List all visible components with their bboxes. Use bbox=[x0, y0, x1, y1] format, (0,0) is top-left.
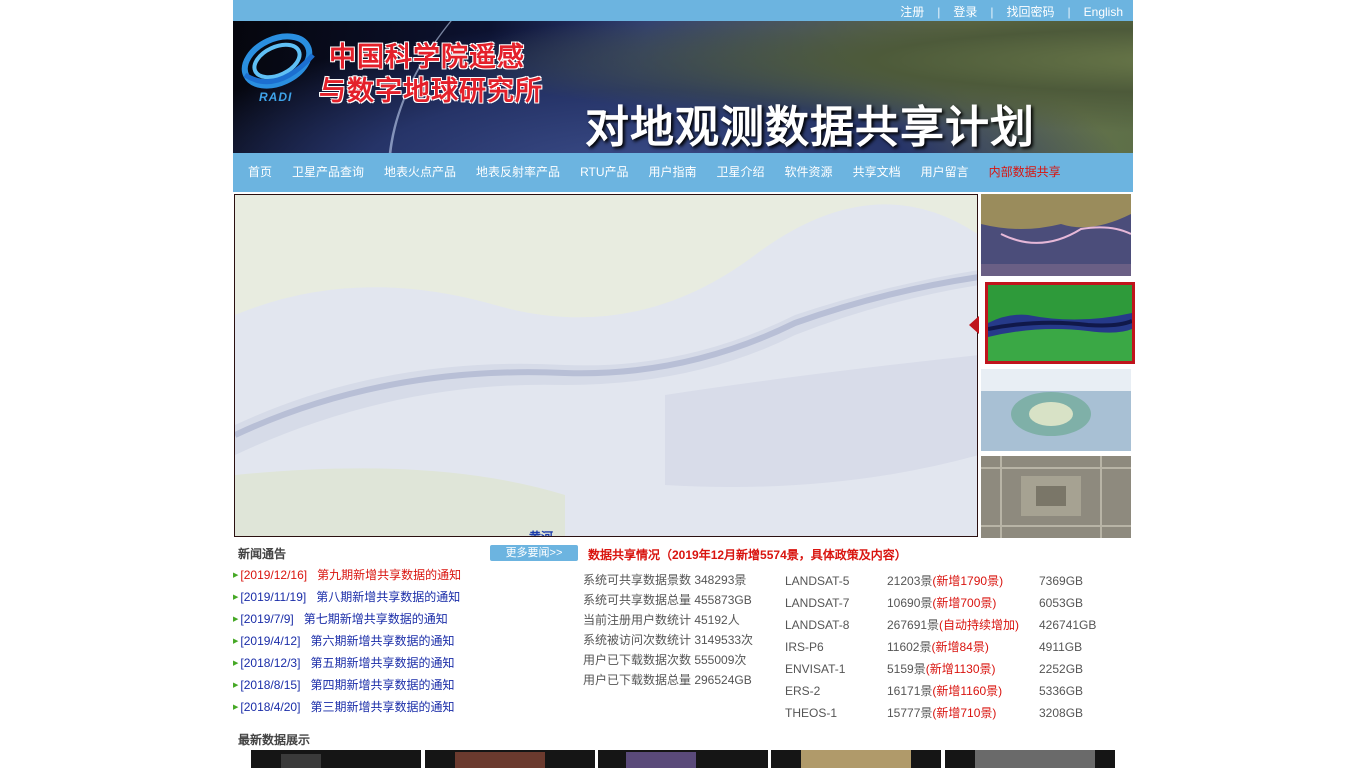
separator: | bbox=[990, 4, 994, 19]
thumbnail-4[interactable] bbox=[981, 456, 1131, 538]
thumbnail-1[interactable] bbox=[981, 194, 1131, 276]
bullet-icon: ▶ bbox=[233, 571, 239, 579]
latest-data-thumbnail[interactable] bbox=[771, 750, 941, 768]
bullet-icon: ▶ bbox=[233, 593, 239, 601]
top-links: 注册 | 登录 | 找回密码 | English bbox=[900, 3, 1123, 20]
bullet-icon: ▶ bbox=[233, 703, 239, 711]
nav-rtu-products[interactable]: RTU产品 bbox=[580, 153, 628, 192]
latest-data-thumbnail[interactable] bbox=[251, 750, 421, 768]
data-size: 3208GB bbox=[1039, 706, 1084, 720]
image-slider[interactable]: 黄河 bbox=[234, 194, 978, 537]
scene-count: 10690景(新增700景) bbox=[887, 596, 997, 610]
satellite-name: ERS-2 bbox=[785, 684, 821, 698]
data-sharing-title[interactable]: 数据共享情况（2019年12月新增5574景，具体政策及内容） bbox=[588, 546, 907, 563]
org-name-line2: 与数字地球研究所 bbox=[319, 76, 543, 107]
recover-password-link[interactable]: 找回密码 bbox=[1007, 3, 1055, 20]
sharing-stats: 系统可共享数据景数 348293景 系统可共享数据总量 455873GB 当前注… bbox=[583, 570, 753, 690]
thumbnail-2[interactable] bbox=[985, 282, 1135, 364]
nav-internal-sharing[interactable]: 内部数据共享 bbox=[989, 153, 1061, 192]
more-news-button[interactable]: 更多要闻>> bbox=[490, 545, 578, 561]
stat-line: 系统可共享数据总量 455873GB bbox=[583, 593, 752, 607]
english-link[interactable]: English bbox=[1084, 5, 1123, 19]
register-link[interactable]: 注册 bbox=[900, 3, 924, 20]
scene-count: 267691景(自动持续增加) bbox=[887, 618, 1020, 632]
nav-fire-products[interactable]: 地表火点产品 bbox=[384, 153, 456, 192]
satellite-row: ENVISAT-1 5159景(新增1130景) 2252GB bbox=[785, 658, 1145, 680]
banner-title: 对地观测数据共享计划 bbox=[585, 102, 1035, 153]
satellite-name: THEOS-1 bbox=[785, 706, 838, 720]
satellite-row: LANDSAT-7 10690景(新增700景) 6053GB bbox=[785, 592, 1145, 614]
satellite-name: IRS-P6 bbox=[785, 640, 824, 654]
satellite-row: ERS-2 16171景(新增1160景) 5336GB bbox=[785, 680, 1145, 702]
latest-data-gallery bbox=[251, 750, 1116, 768]
satellite-row: LANDSAT-8 267691景(自动持续增加) 426741GB bbox=[785, 614, 1145, 636]
bullet-icon: ▶ bbox=[233, 681, 239, 689]
stat-line: 系统被访问次数统计 3149533次 bbox=[583, 633, 754, 647]
news-item[interactable]: ▶ [2018/12/3] 第五期新增共享数据的通知 bbox=[233, 652, 493, 674]
page: 注册 | 登录 | 找回密码 | English RADI 中国科学院遥感 与数… bbox=[233, 0, 1135, 768]
satellite-row: THEOS-1 15777景(新增710景) 3208GB bbox=[785, 702, 1145, 724]
satellite-name: LANDSAT-7 bbox=[785, 596, 850, 610]
scene-count: 15777景(新增710景) bbox=[887, 706, 997, 720]
nav-satellite-query[interactable]: 卫星产品查询 bbox=[292, 153, 364, 192]
top-bar: 注册 | 登录 | 找回密码 | English bbox=[233, 0, 1133, 21]
slide-image bbox=[235, 195, 977, 536]
news-item[interactable]: ▶ [2018/4/20] 第三期新增共享数据的通知 bbox=[233, 696, 493, 718]
data-size: 5336GB bbox=[1039, 684, 1084, 698]
latest-data-title: 最新数据展示 bbox=[238, 733, 311, 747]
data-size: 6053GB bbox=[1039, 596, 1084, 610]
bullet-icon: ▶ bbox=[233, 615, 239, 623]
satellite-row: LANDSAT-5 21203景(新增1790景) 7369GB bbox=[785, 570, 1145, 592]
news-section-title: 新闻通告 bbox=[238, 547, 287, 561]
news-item[interactable]: ▶ [2019/12/16] 第九期新增共享数据的通知 bbox=[233, 564, 493, 586]
thumbnail-3[interactable] bbox=[981, 369, 1131, 451]
latest-data-thumbnail[interactable] bbox=[945, 750, 1115, 768]
stat-line: 系统可共享数据景数 348293景 bbox=[583, 573, 747, 587]
data-size: 4911GB bbox=[1039, 640, 1083, 654]
slide-caption: 黄河 bbox=[529, 530, 554, 537]
active-thumb-arrow bbox=[969, 316, 979, 334]
stat-line: 当前注册用户数统计 45192人 bbox=[583, 613, 740, 627]
separator: | bbox=[937, 4, 941, 19]
satellite-row: IRS-P6 11602景(新增84景) 4911GB bbox=[785, 636, 1145, 658]
nav-shared-docs[interactable]: 共享文档 bbox=[853, 153, 901, 192]
news-item[interactable]: ▶ [2019/4/12] 第六期新增共享数据的通知 bbox=[233, 630, 493, 652]
latest-data-thumbnail[interactable] bbox=[598, 750, 768, 768]
nav-satellite-intro[interactable]: 卫星介绍 bbox=[717, 153, 765, 192]
separator: | bbox=[1067, 4, 1071, 19]
satellite-name: ENVISAT-1 bbox=[785, 662, 846, 676]
news-list: ▶ [2019/12/16] 第九期新增共享数据的通知 ▶ [2019/11/19] 第… bbox=[233, 564, 493, 718]
news-item[interactable]: ▶ [2018/8/15] 第四期新增共享数据的通知 bbox=[233, 674, 493, 696]
data-size: 7369GB bbox=[1039, 574, 1084, 588]
logo-text: RADI bbox=[259, 90, 293, 104]
scene-count: 5159景(新增1130景) bbox=[887, 662, 996, 676]
latest-data-thumbnail[interactable] bbox=[425, 750, 595, 768]
stat-line: 用户已下载数据次数 555009次 bbox=[583, 653, 747, 667]
nav-home[interactable]: 首页 bbox=[248, 153, 272, 192]
slider-thumbnails bbox=[969, 194, 1135, 538]
bullet-icon: ▶ bbox=[233, 659, 239, 667]
satellite-name: LANDSAT-5 bbox=[785, 574, 850, 588]
satellite-table: LANDSAT-5 21203景(新增1790景) 7369GB LANDSAT… bbox=[785, 570, 1145, 724]
satellite-name: LANDSAT-8 bbox=[785, 618, 850, 632]
bullet-icon: ▶ bbox=[233, 637, 239, 645]
stat-line: 用户已下载数据总量 296524GB bbox=[583, 673, 752, 687]
data-size: 426741GB bbox=[1039, 618, 1097, 632]
header-banner: RADI 中国科学院遥感 与数字地球研究所 对地观测数据共享计划 bbox=[233, 21, 1133, 153]
news-item[interactable]: ▶ [2019/7/9] 第七期新增共享数据的通知 bbox=[233, 608, 493, 630]
main-nav: 首页 卫星产品查询 地表火点产品 地表反射率产品 RTU产品 用户指南 卫星介绍… bbox=[233, 153, 1133, 192]
scene-count: 21203景(新增1790景) bbox=[887, 574, 1004, 588]
nav-software[interactable]: 软件资源 bbox=[785, 153, 833, 192]
nav-reflectance-products[interactable]: 地表反射率产品 bbox=[476, 153, 560, 192]
news-item[interactable]: ▶ [2019/11/19] 第八期新增共享数据的通知 bbox=[233, 586, 493, 608]
nav-user-guide[interactable]: 用户指南 bbox=[649, 153, 697, 192]
data-size: 2252GB bbox=[1039, 662, 1084, 676]
scene-count: 11602景(新增84景) bbox=[887, 640, 989, 654]
scene-count: 16171景(新增1160景) bbox=[887, 684, 1003, 698]
login-link[interactable]: 登录 bbox=[953, 3, 977, 20]
nav-message-board[interactable]: 用户留言 bbox=[921, 153, 969, 192]
